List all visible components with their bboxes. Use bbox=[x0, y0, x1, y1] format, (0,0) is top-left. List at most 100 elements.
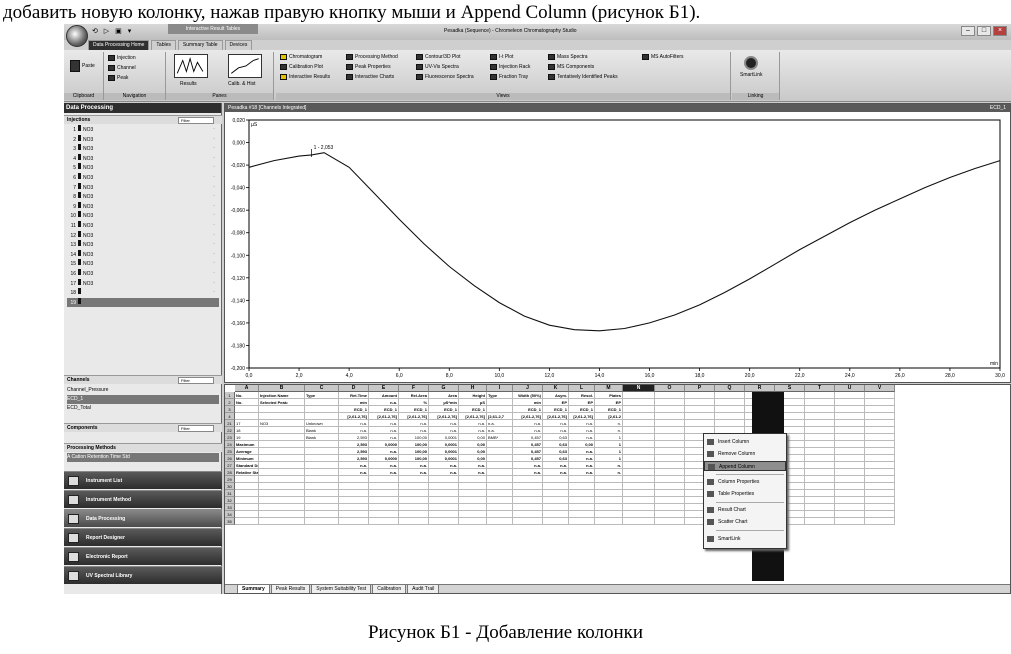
view-peak-properties-button[interactable]: Peak Properties bbox=[346, 64, 391, 70]
table-cell[interactable] bbox=[835, 497, 865, 504]
table-cell[interactable] bbox=[805, 392, 835, 399]
table-cell[interactable]: ECD_1 bbox=[369, 406, 399, 413]
table-cell[interactable] bbox=[429, 504, 459, 511]
column-header[interactable]: N bbox=[623, 385, 655, 392]
table-cell[interactable] bbox=[685, 420, 715, 427]
table-cell[interactable] bbox=[487, 455, 513, 462]
table-cell[interactable] bbox=[805, 518, 835, 525]
injection-item[interactable]: 3 NO3 ◦ bbox=[67, 144, 219, 153]
table-cell[interactable] bbox=[865, 427, 895, 434]
table-cell[interactable]: 2,593 bbox=[339, 448, 369, 455]
quick-access-toolbar[interactable]: ⟲ ▷ ▣ ▾ bbox=[92, 27, 133, 35]
view-interactive-charts-button[interactable]: Interactive Charts bbox=[346, 74, 394, 80]
table-cell[interactable] bbox=[623, 497, 655, 504]
table-cell[interactable] bbox=[623, 476, 655, 483]
view-contour-3d-button[interactable]: Contour/3D Plot bbox=[416, 54, 461, 60]
table-cell[interactable]: Average bbox=[235, 448, 259, 455]
table-cell[interactable] bbox=[369, 518, 399, 525]
table-cell[interactable]: Amount bbox=[369, 392, 399, 399]
column-header[interactable]: U bbox=[835, 385, 865, 392]
table-cell[interactable] bbox=[865, 511, 895, 518]
table-cell[interactable]: n.a. bbox=[513, 427, 543, 434]
table-cell[interactable] bbox=[715, 392, 745, 399]
table-cell[interactable] bbox=[305, 511, 339, 518]
table-cell[interactable]: ECD_1 bbox=[429, 406, 459, 413]
table-cell[interactable] bbox=[429, 518, 459, 525]
table-cell[interactable]: Rel.Area bbox=[399, 392, 429, 399]
table-cell[interactable] bbox=[805, 448, 835, 455]
table-cell[interactable]: [2,61-2,76] bbox=[369, 413, 399, 420]
row-header[interactable]: 29 bbox=[225, 476, 235, 483]
table-cell[interactable]: n.a. bbox=[339, 462, 369, 469]
table-cell[interactable] bbox=[487, 406, 513, 413]
table-cell[interactable] bbox=[715, 406, 745, 413]
table-cell[interactable] bbox=[459, 504, 487, 511]
table-cell[interactable] bbox=[259, 406, 305, 413]
table-cell[interactable] bbox=[235, 476, 259, 483]
table-cell[interactable]: 18 bbox=[235, 427, 259, 434]
table-cell[interactable] bbox=[865, 518, 895, 525]
table-cell[interactable]: Selected Peak: bbox=[259, 399, 305, 406]
table-cell[interactable] bbox=[305, 455, 339, 462]
table-cell[interactable] bbox=[459, 497, 487, 504]
table-cell[interactable]: Blank bbox=[305, 427, 339, 434]
table-cell[interactable] bbox=[865, 490, 895, 497]
table-cell[interactable]: 0,0001 bbox=[429, 441, 459, 448]
table-cell[interactable] bbox=[865, 420, 895, 427]
table-cell[interactable] bbox=[595, 511, 623, 518]
injection-item[interactable]: 14 NO3 ◦ bbox=[67, 249, 219, 259]
table-cell[interactable]: 0,00 bbox=[459, 455, 487, 462]
table-cell[interactable] bbox=[399, 518, 429, 525]
table-cell[interactable] bbox=[569, 518, 595, 525]
processing-methods-header[interactable]: Processing Methods bbox=[64, 443, 222, 452]
table-cell[interactable]: n.a. bbox=[429, 462, 459, 469]
table-cell[interactable]: Ret.Time bbox=[339, 392, 369, 399]
table-cell[interactable]: n. bbox=[595, 462, 623, 469]
table-cell[interactable] bbox=[835, 427, 865, 434]
table-cell[interactable]: 0,63 bbox=[543, 434, 569, 441]
processing-method-item[interactable]: A Cation Retention Time Std bbox=[67, 453, 219, 462]
injection-item[interactable]: 2 NO3 ◦ bbox=[67, 134, 219, 144]
table-cell[interactable] bbox=[865, 455, 895, 462]
table-cell[interactable]: Blank bbox=[305, 434, 339, 441]
results-pane-thumbnail[interactable] bbox=[174, 54, 208, 78]
nav-instrument-method[interactable]: Instrument Method bbox=[64, 490, 222, 508]
row-header[interactable]: 24 bbox=[225, 441, 235, 448]
table-cell[interactable]: n.a. bbox=[487, 420, 513, 427]
table-cell[interactable]: n.a. bbox=[339, 427, 369, 434]
view-ms-components-button[interactable]: MS Components bbox=[548, 64, 594, 70]
table-cell[interactable]: 100,00 bbox=[399, 441, 429, 448]
table-cell[interactable] bbox=[487, 476, 513, 483]
table-cell[interactable] bbox=[513, 504, 543, 511]
table-cell[interactable]: Width (50%) bbox=[513, 392, 543, 399]
table-cell[interactable] bbox=[429, 497, 459, 504]
table-cell[interactable] bbox=[655, 420, 685, 427]
nav-channel-button[interactable]: Channel bbox=[108, 65, 136, 71]
view-it-plot-button[interactable]: I-t Plot bbox=[490, 54, 513, 60]
table-cell[interactable]: ECD_1 bbox=[513, 406, 543, 413]
table-cell[interactable] bbox=[655, 483, 685, 490]
row-header[interactable]: 1 bbox=[225, 392, 235, 399]
table-cell[interactable] bbox=[339, 518, 369, 525]
row-header[interactable]: 32 bbox=[225, 497, 235, 504]
table-cell[interactable] bbox=[623, 392, 655, 399]
view-interactive-results-button[interactable]: Interactive Results bbox=[280, 74, 330, 80]
column-header[interactable]: B bbox=[259, 385, 305, 392]
table-cell[interactable] bbox=[305, 518, 339, 525]
table-cell[interactable] bbox=[339, 497, 369, 504]
table-cell[interactable]: 1 bbox=[595, 448, 623, 455]
table-cell[interactable] bbox=[399, 490, 429, 497]
table-cell[interactable] bbox=[805, 455, 835, 462]
table-cell[interactable] bbox=[595, 504, 623, 511]
table-cell[interactable]: 1 bbox=[595, 441, 623, 448]
table-cell[interactable] bbox=[259, 455, 305, 462]
table-cell[interactable]: Area bbox=[429, 392, 459, 399]
table-cell[interactable]: 17 bbox=[235, 420, 259, 427]
sheet-tab-audit-trail[interactable]: Audit Trail bbox=[407, 585, 440, 593]
table-cell[interactable] bbox=[369, 476, 399, 483]
table-cell[interactable]: n.a. bbox=[543, 427, 569, 434]
table-cell[interactable]: 0,00 bbox=[459, 448, 487, 455]
row-header[interactable]: 30 bbox=[225, 483, 235, 490]
row-header[interactable]: 31 bbox=[225, 490, 235, 497]
table-cell[interactable] bbox=[835, 490, 865, 497]
